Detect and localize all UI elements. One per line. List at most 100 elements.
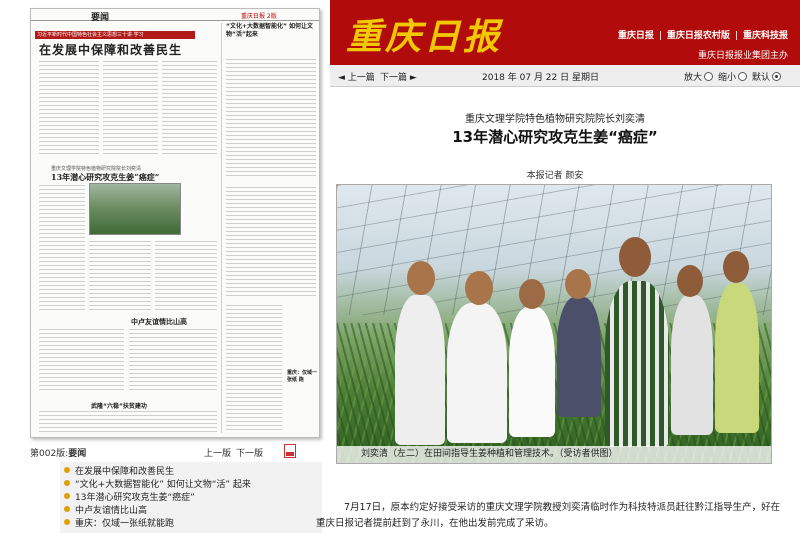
paper-links: 重庆日报 | 重庆日报农村版 | 重庆科技报 [618,28,788,41]
page-thumbnail[interactable]: 要闻 重庆日报 2版 习近平新时代中国特色社会主义思想三十讲·学习 在发展中保障… [30,8,320,438]
bullet-icon [64,480,70,486]
page-bar: 第002版:要闻 上一版 下一版 [30,444,320,460]
next-article-label: 下一篇 [380,73,408,83]
issue-date: 2018 年 07 月 22 日 星期日 [482,73,599,83]
article-list-label: “文化+大数据智能化” 如何让文物“活” 起来 [75,480,251,490]
thumbnail-headline-right[interactable]: 重庆：仅域一张纸 跑 [287,369,319,383]
arrow-left-icon: ◄ [338,73,345,83]
article-kicker: 重庆文理学院特色植物研究院院长刘奕清 [465,114,645,125]
thumbnail-text-column [89,241,151,311]
article-paragraph: 7月17日，原本约定好接受采访的重庆文理学院教授刘奕清临时作为科技特派员赶往黔江… [316,502,781,529]
article-list: 在发展中保障和改善民生 “文化+大数据智能化” 如何让文物“活” 起来 13年潜… [60,462,322,533]
article-list-label: 中卢友谊情比山高 [75,506,148,516]
thumbnail-text-column [226,305,282,433]
thumbnail-red-bar: 习近平新时代中国特色社会主义思想三十讲·学习 [35,31,195,39]
article-nav-bar: ◄ 上一篇 下一篇 ► 2018 年 07 月 22 日 星期日 放大 缩小 默… [330,65,800,87]
zoom-out-option[interactable]: 缩小 [718,70,748,83]
bullet-icon [64,493,70,499]
zoom-default-label: 默认 [752,73,771,83]
prev-article-button[interactable]: ◄ 上一篇 [338,70,375,83]
person [447,303,507,443]
page-number: 第002版:要闻 [30,446,86,459]
zoom-default-option[interactable]: 默认 [752,70,782,83]
bullet-icon [64,506,70,512]
person-head [407,261,435,295]
thumbnail-text-column [226,187,316,297]
person [557,297,601,417]
thumbnail-article-kicker: 重庆文理学院特色植物研究院院长刘奕清 [51,166,142,172]
page-number-label: 第002版: [30,449,69,459]
thumbnail-photo[interactable] [89,183,181,235]
person-head [619,237,651,277]
thumbnail-headline-side[interactable]: “文化+大数据智能化” 如何让文物“活”起来 [226,23,316,39]
link-chongqing-daily[interactable]: 重庆日报 [618,31,654,41]
thumbnail-text-column [39,411,217,435]
article-byline: 本报记者 颜安 [526,171,584,181]
article-photo: 刘奕清（左二）在田间指导生姜种植和管理技术。（受访者供图） [336,184,772,464]
person [509,307,555,437]
thumbnail-column-divider [221,23,222,433]
link-separator: | [734,31,738,41]
thumbnail-headline-main[interactable]: 在发展中保障和改善民生 [39,41,209,58]
article-list-item[interactable]: 中卢友谊情比山高 [60,505,322,518]
publisher-label: 重庆日报报业集团主办 [697,51,788,61]
radio-icon [738,72,748,81]
thumbnail-headline-article[interactable]: 重庆文理学院特色植物研究院院长刘奕清 13年潜心研究攻克生姜“癌症” [51,165,211,183]
link-separator: | [658,31,662,41]
thumbnail-section: 要闻 [91,13,110,23]
thumbnail-text-column [129,329,217,393]
thumbnail-headline-lower[interactable]: 中卢友谊情比山高 [131,317,187,327]
person-head [465,271,493,305]
site-banner: 重庆日报 重庆日报 | 重庆日报农村版 | 重庆科技报 重庆日报报业集团主办 [330,0,800,65]
pdf-icon[interactable] [284,444,296,458]
article-body: 7月17日，原本约定好接受采访的重庆文理学院教授刘奕清临时作为科技特派员赶往黔江… [316,500,786,532]
person [715,283,759,433]
article-list-item[interactable]: “文化+大数据智能化” 如何让文物“活” 起来 [60,479,322,492]
thumbnail-text-column [103,61,158,157]
prev-page-link[interactable]: 上一版 [204,446,231,459]
left-panel: 要闻 重庆日报 2版 习近平新时代中国特色社会主义思想三十讲·学习 在发展中保障… [0,0,330,533]
bullet-icon [64,467,70,473]
zoom-out-label: 缩小 [718,73,737,83]
newspaper-logo[interactable]: 重庆日报 [346,8,502,60]
greenhouse-frame [337,185,771,315]
article-list-item[interactable]: 在发展中保障和改善民生 [60,466,322,479]
link-science-paper[interactable]: 重庆科技报 [743,31,788,41]
link-rural-edition[interactable]: 重庆日报农村版 [667,31,730,41]
thumbnail-text-column [39,185,85,311]
thumbnail-text-column [39,61,99,157]
thumbnail-text-column [39,329,124,393]
article-list-label: 在发展中保障和改善民生 [75,467,175,477]
radio-icon [704,72,714,81]
article-title: 13年潜心研究攻克生姜“癌症” [452,128,658,146]
thumbnail-masthead: 要闻 重庆日报 2版 [31,9,319,23]
thumbnail-text-column [162,61,217,157]
thumbnail-text-column [226,59,316,179]
article-list-label: 重庆：仅域一张纸就能跑 [75,519,175,529]
zoom-in-option[interactable]: 放大 [684,70,714,83]
next-article-button[interactable]: 下一篇 ► [380,70,417,83]
radio-selected-icon [772,72,782,81]
thumbnail-article-title: 13年潜心研究攻克生姜“癌症” [51,172,160,182]
person-head [723,251,749,283]
thumbnail-paper-label: 重庆日报 2版 [241,13,277,20]
article-panel: 重庆文理学院特色植物研究院院长刘奕清 13年潜心研究攻克生姜“癌症” 本报记者 … [316,88,800,533]
person [395,295,445,445]
page-name: 要闻 [68,449,87,459]
thumbnail-text-column [155,241,217,311]
arrow-right-icon: ► [409,73,417,83]
article-list-item[interactable]: 13年潜心研究攻克生姜“癌症” [60,492,322,505]
bullet-icon [64,519,70,525]
person-head [565,269,591,299]
photo-caption: 刘奕清（左二）在田间指导生姜种植和管理技术。（受访者供图） [337,446,771,463]
article-list-item[interactable]: 重庆：仅域一张纸就能跑 [60,518,322,531]
thumbnail-headline-bottom[interactable]: 武隆“六稳”扶贫建功 [91,401,147,410]
article-list-label: 13年潜心研究攻克生姜“癌症” [75,493,195,503]
person-head [677,265,703,297]
zoom-in-label: 放大 [684,73,703,83]
person-head [519,279,545,309]
person [605,281,669,447]
next-page-link[interactable]: 下一版 [236,446,263,459]
prev-article-label: 上一篇 [347,73,375,83]
person [671,295,713,435]
